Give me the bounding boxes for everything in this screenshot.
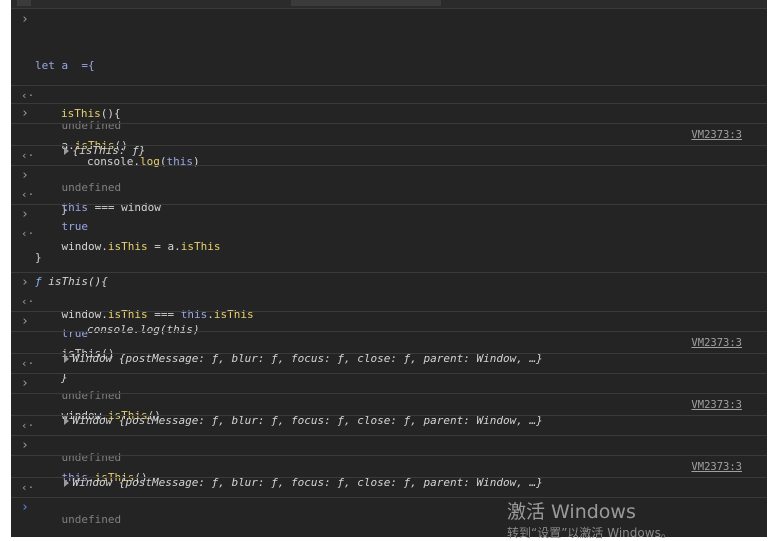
console-output-entry: ƒ isThis(){ console.log(this) } [11,224,767,384]
source-link[interactable]: VM2373:3 [691,397,742,413]
source-link[interactable]: VM2373:3 [691,459,742,475]
return-arrow-icon [21,148,34,164]
chevron-right-icon [21,438,29,454]
console-output-entry: undefined [11,146,767,194]
return-arrow-icon [21,226,34,242]
console-log-entry[interactable]: Window {postMessage: ƒ, blur: ƒ, focus: … [11,456,767,489]
chevron-right-icon [21,275,29,291]
console-log-entry[interactable]: {isThis: ƒ} VM2373:3 [11,124,767,157]
return-arrow-icon [21,356,34,372]
code-line: let a ={ [35,58,767,74]
console-log-entry[interactable]: Window {postMessage: ƒ, blur: ƒ, focus: … [11,332,767,365]
console-input-entry: window.isThis = a.isThis [11,205,767,253]
console-input-entry: isThis() [11,312,767,360]
console-input-entry: this.isThis() [11,436,767,484]
activation-watermark-title: 激活 Windows [507,501,636,523]
chevron-right-icon [21,314,29,330]
console-input-entry: a.isThis() [11,104,767,152]
return-arrow-icon [21,187,34,203]
console-input-entry: window.isThis === this.isThis [11,273,767,321]
chevron-right-icon [21,376,29,392]
console-output-entry: undefined [11,86,767,132]
activation-watermark-subtitle: 转到“设置”以激活 Windows。 [507,526,673,540]
console-toolbar [11,0,767,9]
console-input-entry: let a ={ isThis(){ console.log(this) } } [11,10,767,264]
code-text: let a ={ [35,59,95,72]
return-arrow-icon [21,480,34,496]
console-output-entry: undefined [11,416,767,464]
console-input-entry: window.isThis() [11,374,767,422]
toolbar-icon[interactable] [17,0,31,6]
chevron-right-icon [21,168,29,184]
devtools-console: let a ={ isThis(){ console.log(this) } }… [11,0,767,537]
console-output-entry: undefined [11,354,767,402]
console-output-entry: true [11,292,767,340]
console-log-entry[interactable]: Window {postMessage: ƒ, blur: ƒ, focus: … [11,394,767,427]
console-output-entry: true [11,185,767,233]
return-arrow-icon [21,294,34,310]
return-arrow-icon [21,88,34,104]
source-link[interactable]: VM2373:3 [691,335,742,351]
return-arrow-icon [21,418,34,434]
chevron-right-icon [21,106,29,122]
filter-input[interactable] [291,0,441,6]
source-link[interactable]: VM2373:3 [691,127,742,143]
console-input-entry: this === window [11,166,767,214]
chevron-right-icon [21,12,29,28]
console-output-entry: undefined [11,478,767,526]
chevron-right-icon [21,500,29,516]
chevron-right-icon [21,207,29,223]
